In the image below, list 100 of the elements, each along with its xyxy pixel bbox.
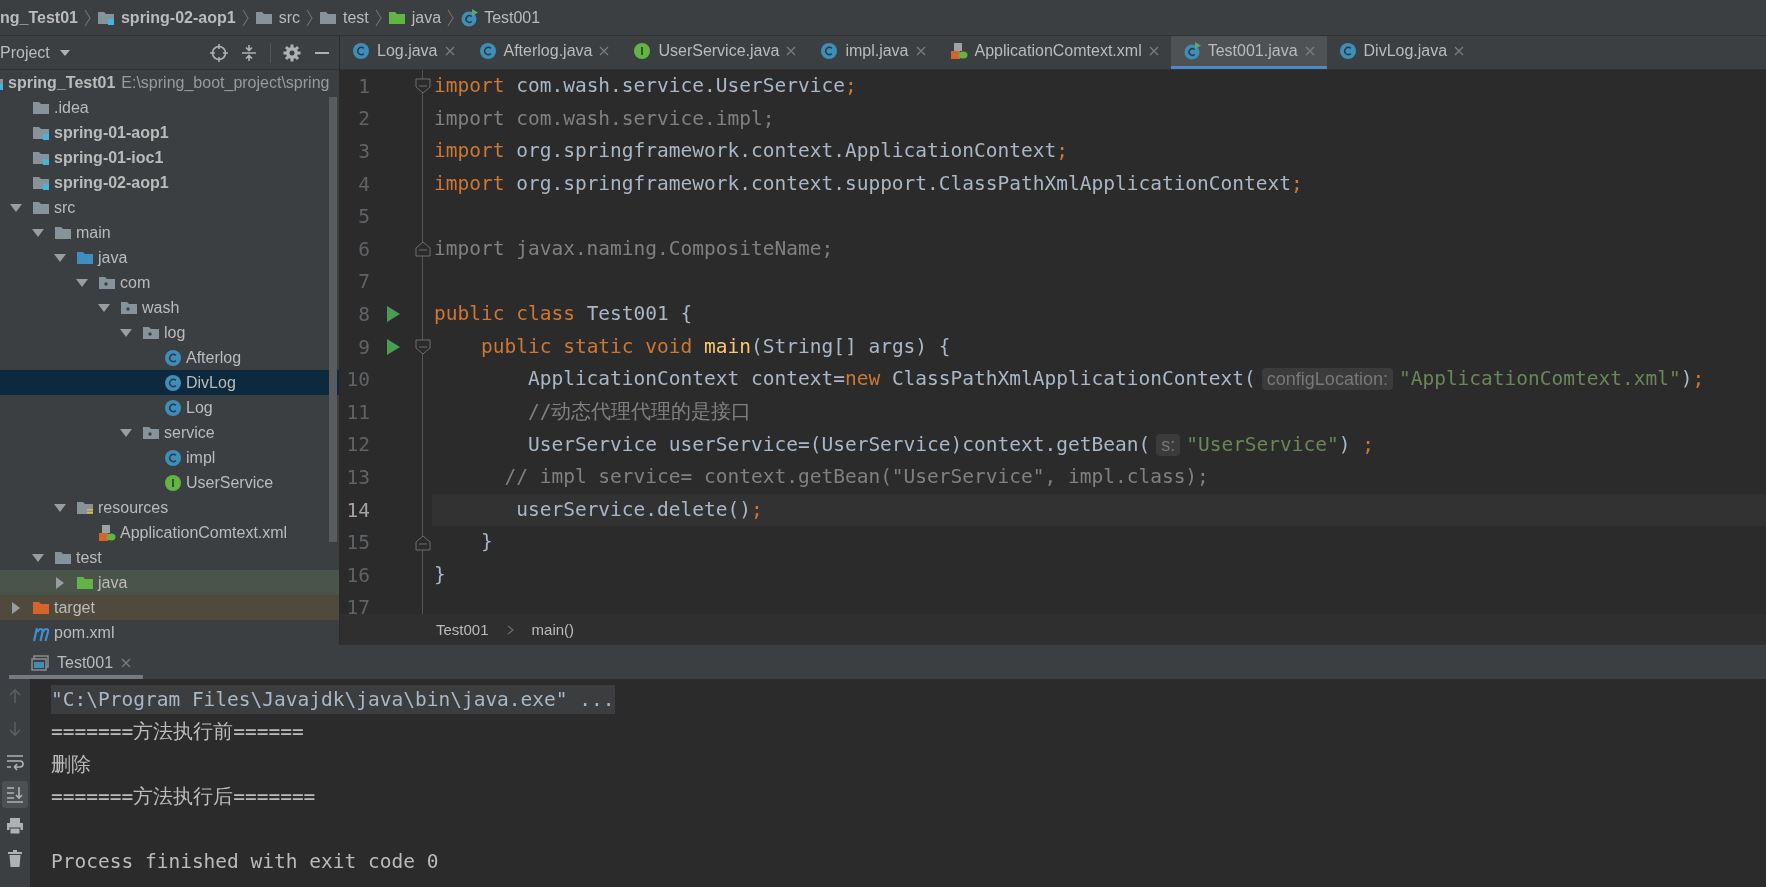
breadcrumb-item[interactable]: spring-02-aop1 <box>96 8 236 27</box>
editor-tab[interactable]: Afterlog.java <box>466 36 622 69</box>
tree-item[interactable]: spring_Test01 E:\spring_boot_project\spring <box>0 70 339 95</box>
caret-down-icon[interactable] <box>10 203 22 212</box>
exit-message: Process finished with exit code 0 <box>51 850 439 874</box>
caret-right-icon[interactable] <box>12 601 20 614</box>
crosshair-icon[interactable] <box>210 43 228 62</box>
line-number: 4 <box>357 172 371 196</box>
caret-down-icon[interactable] <box>76 278 88 287</box>
settings-icon[interactable] <box>283 43 301 62</box>
code-text: userService.delete(); <box>516 497 763 521</box>
caret-down-icon[interactable] <box>98 303 110 312</box>
tree-item[interactable]: resources <box>0 495 339 520</box>
line-number: 16 <box>345 563 371 587</box>
fold-icon[interactable] <box>415 241 431 258</box>
caret-right-icon[interactable] <box>56 576 64 589</box>
line-number: 12 <box>345 433 371 457</box>
editor-tab[interactable]: UserService.java <box>621 36 809 69</box>
scroll-to-end-icon[interactable] <box>2 780 28 808</box>
fold-icon[interactable] <box>415 534 431 551</box>
tree-item[interactable]: target <box>0 595 339 620</box>
run-icon[interactable] <box>386 339 400 356</box>
breadcrumb-item[interactable]: Test001 <box>460 8 541 27</box>
tree-item[interactable]: impl <box>0 445 339 470</box>
code-text: "ApplicationComtext.xml"); <box>1398 367 1705 391</box>
collapse-icon[interactable] <box>240 43 258 62</box>
tree-item[interactable]: spring-02-aop1 <box>0 170 339 195</box>
run-icon[interactable] <box>386 306 400 323</box>
tree-item[interactable]: com <box>0 270 339 295</box>
chevron-icon <box>305 8 313 27</box>
caret-down-icon[interactable] <box>54 253 66 262</box>
tree-item[interactable]: Log <box>0 395 339 420</box>
caret-down-icon[interactable] <box>32 228 44 237</box>
parameter-hint: s: <box>1156 433 1181 456</box>
tree-item[interactable]: log <box>0 320 339 345</box>
code-text: } <box>434 562 446 586</box>
tree-item[interactable]: .idea <box>0 95 339 120</box>
caret-down-icon[interactable] <box>32 553 44 562</box>
breadcrumb-item[interactable]: test <box>318 8 369 27</box>
tree-item[interactable]: ApplicationComtext.xml <box>0 520 339 545</box>
code-text: public static void main(String[] args) { <box>480 334 951 358</box>
chevron-icon <box>447 8 455 27</box>
editor-tab[interactable]: impl.java <box>808 36 938 69</box>
close-icon[interactable] <box>915 46 926 56</box>
code-text: import javax.naming.CompositeName; <box>434 236 834 260</box>
tree-item[interactable]: service <box>0 420 339 445</box>
close-icon[interactable] <box>599 46 610 56</box>
code-text: // impl service= context.getBean("UserService", impl.class); <box>504 465 1209 489</box>
class-icon <box>164 448 182 467</box>
tree-item[interactable]: Afterlog <box>0 345 339 370</box>
class-icon <box>164 373 182 392</box>
breadcrumb-item[interactable]: java <box>387 8 442 27</box>
editor-tab[interactable]: Log.java <box>340 36 467 69</box>
tree-item[interactable]: UserService <box>0 470 339 495</box>
caret-down-icon[interactable] <box>54 503 66 512</box>
line-number: 9 <box>357 335 371 359</box>
line-number: 1 <box>357 74 371 98</box>
line-number: 17 <box>345 596 371 614</box>
class-icon <box>164 348 182 367</box>
breadcrumb-item[interactable]: src <box>254 8 300 27</box>
code-text: import com.wash.service.UserService; <box>434 74 857 97</box>
editor-tab[interactable]: DivLog.java <box>1326 36 1477 69</box>
line-number: 10 <box>345 368 371 392</box>
editor-tab[interactable]: Test001.java <box>1170 36 1327 69</box>
tree-item[interactable]: main <box>0 220 339 245</box>
chevron-icon <box>374 8 382 27</box>
tree-item[interactable]: java <box>0 570 339 595</box>
xml-file-icon <box>98 523 116 542</box>
tree-item[interactable]: test <box>0 545 339 570</box>
fold-icon[interactable] <box>415 339 431 356</box>
editor-tab[interactable]: ApplicationComtext.xml <box>937 36 1171 69</box>
close-icon[interactable] <box>1454 46 1465 56</box>
breadcrumb-item[interactable]: ng_Test01 <box>0 8 78 27</box>
tree-item[interactable]: spring-01-ioc1 <box>0 145 339 170</box>
close-icon[interactable] <box>121 658 132 668</box>
tree-item[interactable]: wash <box>0 295 339 320</box>
chevron-icon <box>506 624 514 635</box>
caret-down-icon[interactable] <box>120 328 132 337</box>
tree-item[interactable]: pom.xml <box>0 620 339 645</box>
code-text: "UserService") ; <box>1186 432 1375 456</box>
fold-icon[interactable] <box>415 78 431 95</box>
line-number: 3 <box>357 140 371 163</box>
close-icon[interactable] <box>1148 46 1159 56</box>
breadcrumb-item[interactable]: Test001 <box>436 621 489 638</box>
tree-item[interactable]: DivLog <box>0 370 339 395</box>
close-icon[interactable] <box>786 46 797 56</box>
line-number: 2 <box>357 107 371 131</box>
parameter-hint: configLocation: <box>1261 368 1393 391</box>
class-icon <box>820 42 839 60</box>
caret-down-icon[interactable] <box>120 428 132 437</box>
tree-item[interactable]: src <box>0 195 339 220</box>
tree-item[interactable]: java <box>0 245 339 270</box>
breadcrumb-item[interactable]: main() <box>531 621 575 638</box>
tree-item[interactable]: spring-01-aop1 <box>0 120 339 145</box>
class-icon <box>478 42 497 60</box>
scrollbar[interactable] <box>329 97 337 542</box>
project-view-dropdown[interactable]: Project <box>0 43 74 62</box>
console-output: =======方法执行前====== <box>51 719 304 746</box>
close-icon[interactable] <box>444 46 455 56</box>
project-path: E:\spring_boot_project\spring <box>121 73 330 92</box>
